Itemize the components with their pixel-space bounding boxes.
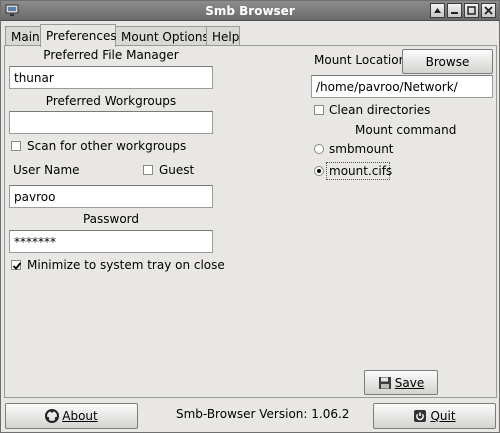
guest-label[interactable]: Guest [159,163,194,177]
quit-button[interactable]: Quit [373,403,496,429]
quit-label: Quit [430,409,456,423]
mount-location-label: Mount Location [314,53,407,67]
minimize-window-icon[interactable] [447,3,462,18]
user-name-label: User Name [13,163,80,177]
clean-dirs-checkbox[interactable] [314,105,324,115]
minimize-tray-label[interactable]: Minimize to system tray on close [27,258,225,272]
minimize-tray-checkbox[interactable] [11,260,22,270]
clean-dirs-label[interactable]: Clean directories [329,103,430,117]
password-input[interactable]: ******* [9,230,213,253]
smbmount-radio[interactable] [314,144,324,154]
tab-mount-options[interactable]: Mount Options [115,26,209,46]
mount-command-label: Mount command [355,123,457,137]
password-label: Password [82,212,140,226]
title-bar[interactable]: Smb Browser [1,1,499,21]
save-button[interactable]: Save [364,370,438,395]
scan-workgroups-label[interactable]: Scan for other workgroups [27,139,186,153]
workgroups-label: Preferred Workgroups [45,94,177,108]
about-button[interactable]: About [5,403,138,429]
save-label: Save [394,376,425,390]
browse-button[interactable]: Browse [402,49,493,74]
version-text: Smb-Browser Version: 1.06.2 [176,407,350,421]
checkmark-icon [12,262,22,270]
about-label: About [62,409,98,423]
scan-workgroups-checkbox[interactable] [11,141,21,151]
window-title: Smb Browser [205,4,295,18]
tab-preferences[interactable]: Preferences [40,24,117,47]
mount-cifs-label[interactable]: mount.cifs [329,164,392,178]
guest-checkbox[interactable] [143,165,153,175]
smb-browser-window: Smb Browser Main Preferences Mount Optio… [0,0,500,433]
tab-help[interactable]: Help [206,26,240,46]
about-icon [45,409,60,426]
user-name-input[interactable]: pavroo [9,185,213,208]
maximize-window-icon[interactable] [464,3,479,18]
file-manager-input[interactable]: thunar [9,66,213,89]
mount-cifs-radio[interactable] [314,166,324,176]
file-manager-label: Preferred File Manager [43,48,179,62]
mount-location-input[interactable]: /home/pavroo/Network/ [311,75,493,98]
smbmount-label[interactable]: smbmount [329,142,394,156]
floppy-disk-icon [378,376,392,393]
close-window-icon[interactable] [481,3,496,18]
workgroups-input[interactable] [9,111,213,134]
quit-icon [413,409,427,426]
tab-main[interactable]: Main [5,26,42,46]
shade-window-icon[interactable] [430,3,445,18]
